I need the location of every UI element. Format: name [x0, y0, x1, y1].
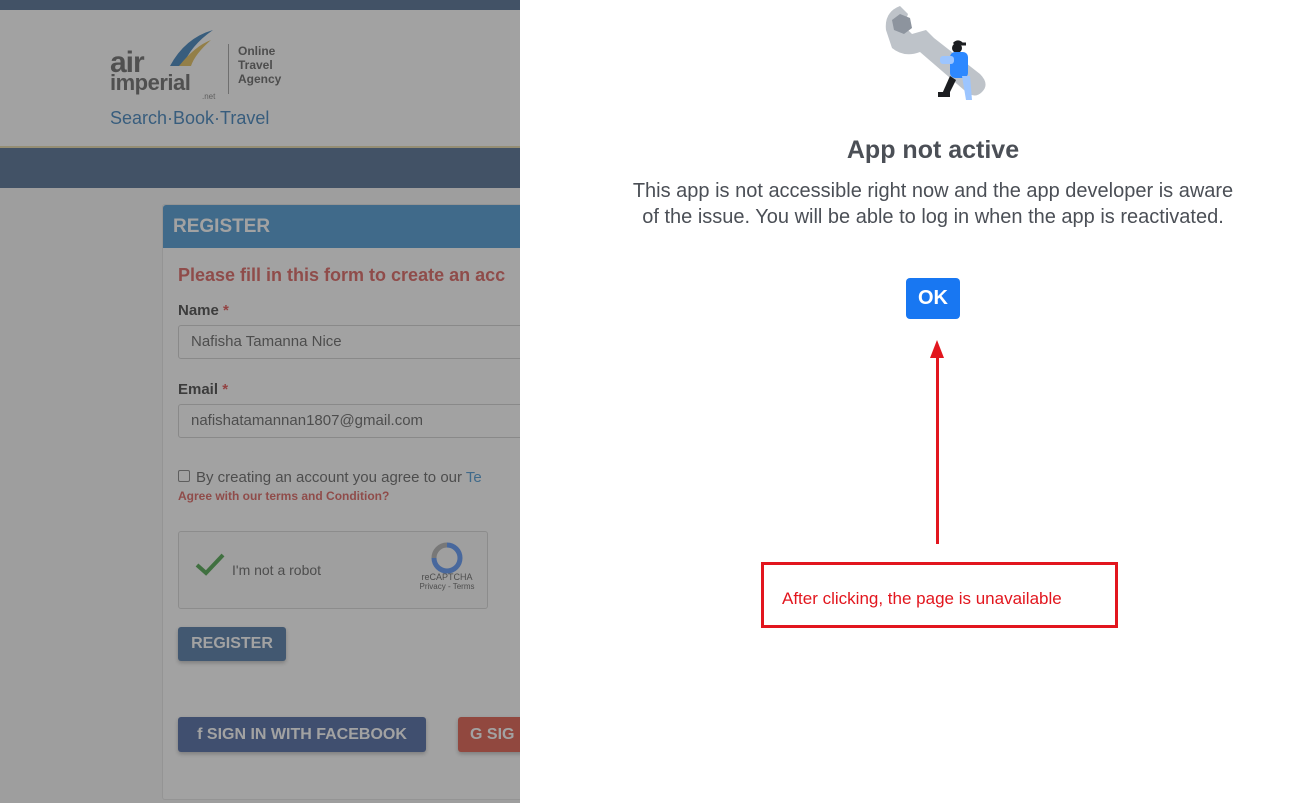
annotation-box: After clicking, the page is unavailable	[761, 562, 1118, 628]
annotation-arrow-head	[930, 340, 944, 358]
ok-button[interactable]: OK	[906, 278, 960, 319]
annotation-text: After clicking, the page is unavailable	[782, 589, 1062, 608]
dialog-title: App not active	[846, 136, 1020, 164]
dialog-message: This app is not accessible right now and…	[632, 180, 1234, 228]
dim-overlay	[0, 0, 520, 803]
facebook-dialog: App not active This app is not accessibl…	[520, 0, 1310, 803]
annotation-arrow-line	[936, 358, 939, 544]
wrench-mechanic-illustration-icon	[885, 6, 986, 100]
